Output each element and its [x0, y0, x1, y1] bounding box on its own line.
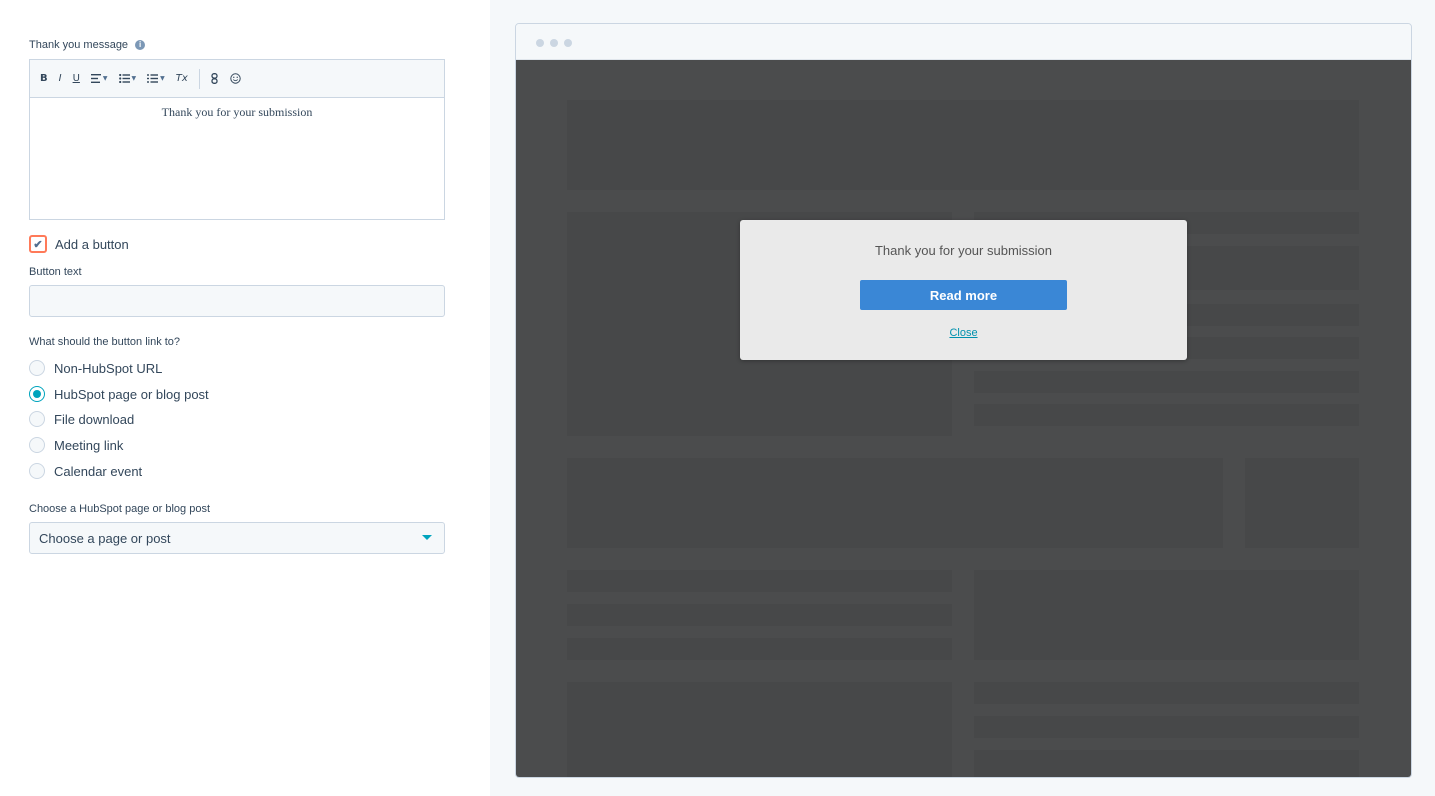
placeholder-block [567, 458, 1223, 548]
editor-toolbar: B I U ▼ ▼ ▼ Tx [30, 60, 444, 98]
placeholder-block [567, 100, 1359, 190]
radio-option-calendar-event[interactable]: Calendar event [29, 463, 142, 479]
clear-formatting-icon[interactable]: Tx [176, 73, 188, 84]
radio-option-file-download[interactable]: File download [29, 411, 134, 427]
radio-button[interactable] [29, 463, 45, 479]
page-preview-viewport: Thank you for your submission Read more … [516, 60, 1411, 777]
radio-option-label[interactable]: Non-HubSpot URL [54, 361, 162, 376]
numbered-list-icon[interactable]: ▼ [147, 74, 165, 83]
radio-option-label[interactable]: Calendar event [54, 464, 142, 479]
placeholder-block [567, 570, 952, 592]
modal-message: Thank you for your submission [874, 243, 1053, 258]
radio-button-selected[interactable] [29, 386, 45, 402]
browser-preview-frame: Thank you for your submission Read more … [515, 23, 1412, 778]
emoji-icon[interactable] [230, 73, 241, 84]
placeholder-block [1245, 458, 1359, 548]
thank-you-message-label: Thank you message i [29, 39, 146, 51]
align-icon[interactable]: ▼ [90, 74, 108, 83]
link-to-label: What should the button link to? [29, 336, 181, 348]
add-button-checkbox[interactable]: ✔ [29, 235, 47, 253]
bullet-list-icon[interactable]: ▼ [118, 74, 136, 83]
preview-panel: Thank you for your submission Read more … [490, 0, 1435, 796]
button-text-label: Button text [29, 266, 82, 278]
bold-icon[interactable]: B [40, 73, 48, 84]
button-text-input[interactable] [29, 285, 445, 317]
radio-option-meeting-link[interactable]: Meeting link [29, 437, 123, 453]
toolbar-divider [198, 68, 200, 89]
info-icon[interactable]: i [135, 40, 146, 50]
placeholder-block [567, 682, 952, 777]
placeholder-block [974, 371, 1359, 393]
page-select-label: Choose a HubSpot page or blog post [29, 503, 211, 515]
placeholder-block [974, 570, 1359, 660]
italic-icon[interactable]: I [59, 73, 62, 84]
link-icon[interactable] [211, 73, 219, 84]
placeholder-block [567, 638, 952, 660]
window-dot-icon [564, 39, 572, 47]
radio-option-label[interactable]: File download [54, 412, 134, 427]
close-link[interactable]: Close [740, 327, 1187, 339]
radio-option-hubspot-page[interactable]: HubSpot page or blog post [29, 386, 209, 402]
placeholder-block [974, 404, 1359, 426]
page-select-value: Choose a page or post [39, 530, 171, 546]
editor-content[interactable]: Thank you for your submission [30, 98, 444, 120]
radio-button[interactable] [29, 411, 45, 427]
radio-button[interactable] [29, 360, 45, 376]
chevron-down-icon [422, 535, 432, 540]
thank-you-modal: Thank you for your submission Read more … [740, 220, 1187, 360]
underline-icon[interactable]: U [73, 73, 80, 84]
placeholder-block [974, 716, 1359, 738]
radio-option-non-hubspot-url[interactable]: Non-HubSpot URL [29, 360, 162, 376]
rich-text-editor: B I U ▼ ▼ ▼ Tx Thank you for your submis… [29, 59, 445, 220]
form-settings-panel: Thank you message i B I U ▼ ▼ ▼ Tx Thank… [0, 0, 490, 796]
placeholder-block [974, 750, 1359, 777]
radio-button[interactable] [29, 437, 45, 453]
page-select-dropdown[interactable]: Choose a page or post [29, 522, 445, 554]
placeholder-block [974, 682, 1359, 704]
window-dot-icon [550, 39, 558, 47]
read-more-button[interactable]: Read more [860, 280, 1067, 310]
placeholder-block [567, 604, 952, 626]
checkmark-icon: ✔ [33, 238, 43, 251]
radio-option-label[interactable]: Meeting link [54, 438, 123, 453]
add-button-label[interactable]: Add a button [55, 237, 129, 252]
browser-toolbar [516, 24, 1411, 60]
window-dot-icon [536, 39, 544, 47]
radio-option-label[interactable]: HubSpot page or blog post [54, 387, 209, 402]
